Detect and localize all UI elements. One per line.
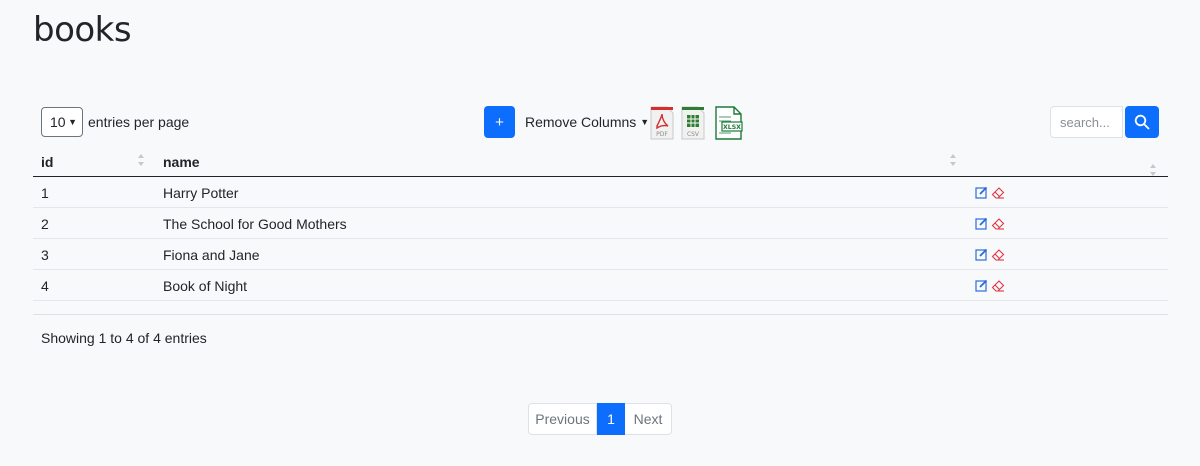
search-button[interactable]: [1125, 106, 1159, 138]
remove-columns-label: Remove Columns: [525, 114, 637, 130]
per-page-control: 10 ▼ entries per page: [41, 107, 189, 137]
table-toolbar: 10 ▼ entries per page + Remove Columns ▼…: [0, 106, 1200, 140]
per-page-select[interactable]: 10 ▼: [41, 107, 83, 137]
cell-name: Book of Night: [163, 278, 248, 294]
books-table: id name 1 Harry Potter 2 The School for …: [33, 146, 1168, 301]
pagination: Previous 1 Next: [528, 403, 672, 435]
row-actions: [975, 279, 1005, 292]
per-page-value: 10: [50, 114, 66, 130]
table-row: 4 Book of Night: [33, 270, 1168, 301]
row-actions: [975, 186, 1005, 199]
cell-id: 4: [41, 278, 49, 294]
page-1-button[interactable]: 1: [597, 403, 625, 435]
sort-icon[interactable]: [137, 152, 145, 168]
caret-down-icon: ▼: [640, 117, 650, 127]
table-row: 1 Harry Potter: [33, 177, 1168, 208]
row-actions: [975, 248, 1005, 261]
table-header: id name: [33, 146, 1168, 177]
cell-name: Harry Potter: [163, 185, 239, 201]
column-header-id[interactable]: id: [41, 154, 53, 170]
cell-id: 3: [41, 247, 49, 263]
sort-icon[interactable]: [949, 152, 957, 168]
next-page-button[interactable]: Next: [625, 403, 672, 435]
page-title: books: [33, 10, 132, 50]
table-row: 3 Fiona and Jane: [33, 239, 1168, 270]
table-row: 2 The School for Good Mothers: [33, 208, 1168, 239]
pdf-export-icon[interactable]: PDF: [649, 106, 675, 140]
add-button[interactable]: +: [484, 106, 515, 138]
edit-icon[interactable]: [975, 186, 988, 199]
xlsx-export-icon[interactable]: XLSX: [710, 106, 744, 140]
eraser-icon[interactable]: [991, 217, 1005, 230]
cell-name: Fiona and Jane: [163, 247, 260, 263]
cell-name: The School for Good Mothers: [163, 216, 347, 232]
cell-id: 2: [41, 216, 49, 232]
search-input[interactable]: search...: [1050, 106, 1123, 138]
chevron-down-icon: ▼: [68, 117, 77, 127]
edit-icon[interactable]: [975, 248, 988, 261]
eraser-icon[interactable]: [991, 186, 1005, 199]
pdf-export-label: PDF: [656, 131, 668, 138]
eraser-icon[interactable]: [991, 279, 1005, 292]
entries-summary: Showing 1 to 4 of 4 entries: [41, 330, 207, 346]
search-icon: [1134, 114, 1150, 130]
edit-icon[interactable]: [975, 217, 988, 230]
previous-page-button[interactable]: Previous: [528, 403, 597, 435]
eraser-icon[interactable]: [991, 248, 1005, 261]
column-header-name[interactable]: name: [163, 154, 200, 170]
cell-id: 1: [41, 185, 49, 201]
table-bottom-divider: [33, 314, 1168, 315]
edit-icon[interactable]: [975, 279, 988, 292]
per-page-label: entries per page: [88, 114, 190, 130]
xlsx-export-label: XLSX: [723, 124, 741, 131]
csv-export-label: CSV: [687, 131, 700, 138]
sort-icon[interactable]: [1149, 162, 1157, 178]
csv-export-icon[interactable]: CSV: [680, 106, 706, 140]
row-actions: [975, 217, 1005, 230]
remove-columns-dropdown[interactable]: Remove Columns ▼: [525, 106, 649, 138]
